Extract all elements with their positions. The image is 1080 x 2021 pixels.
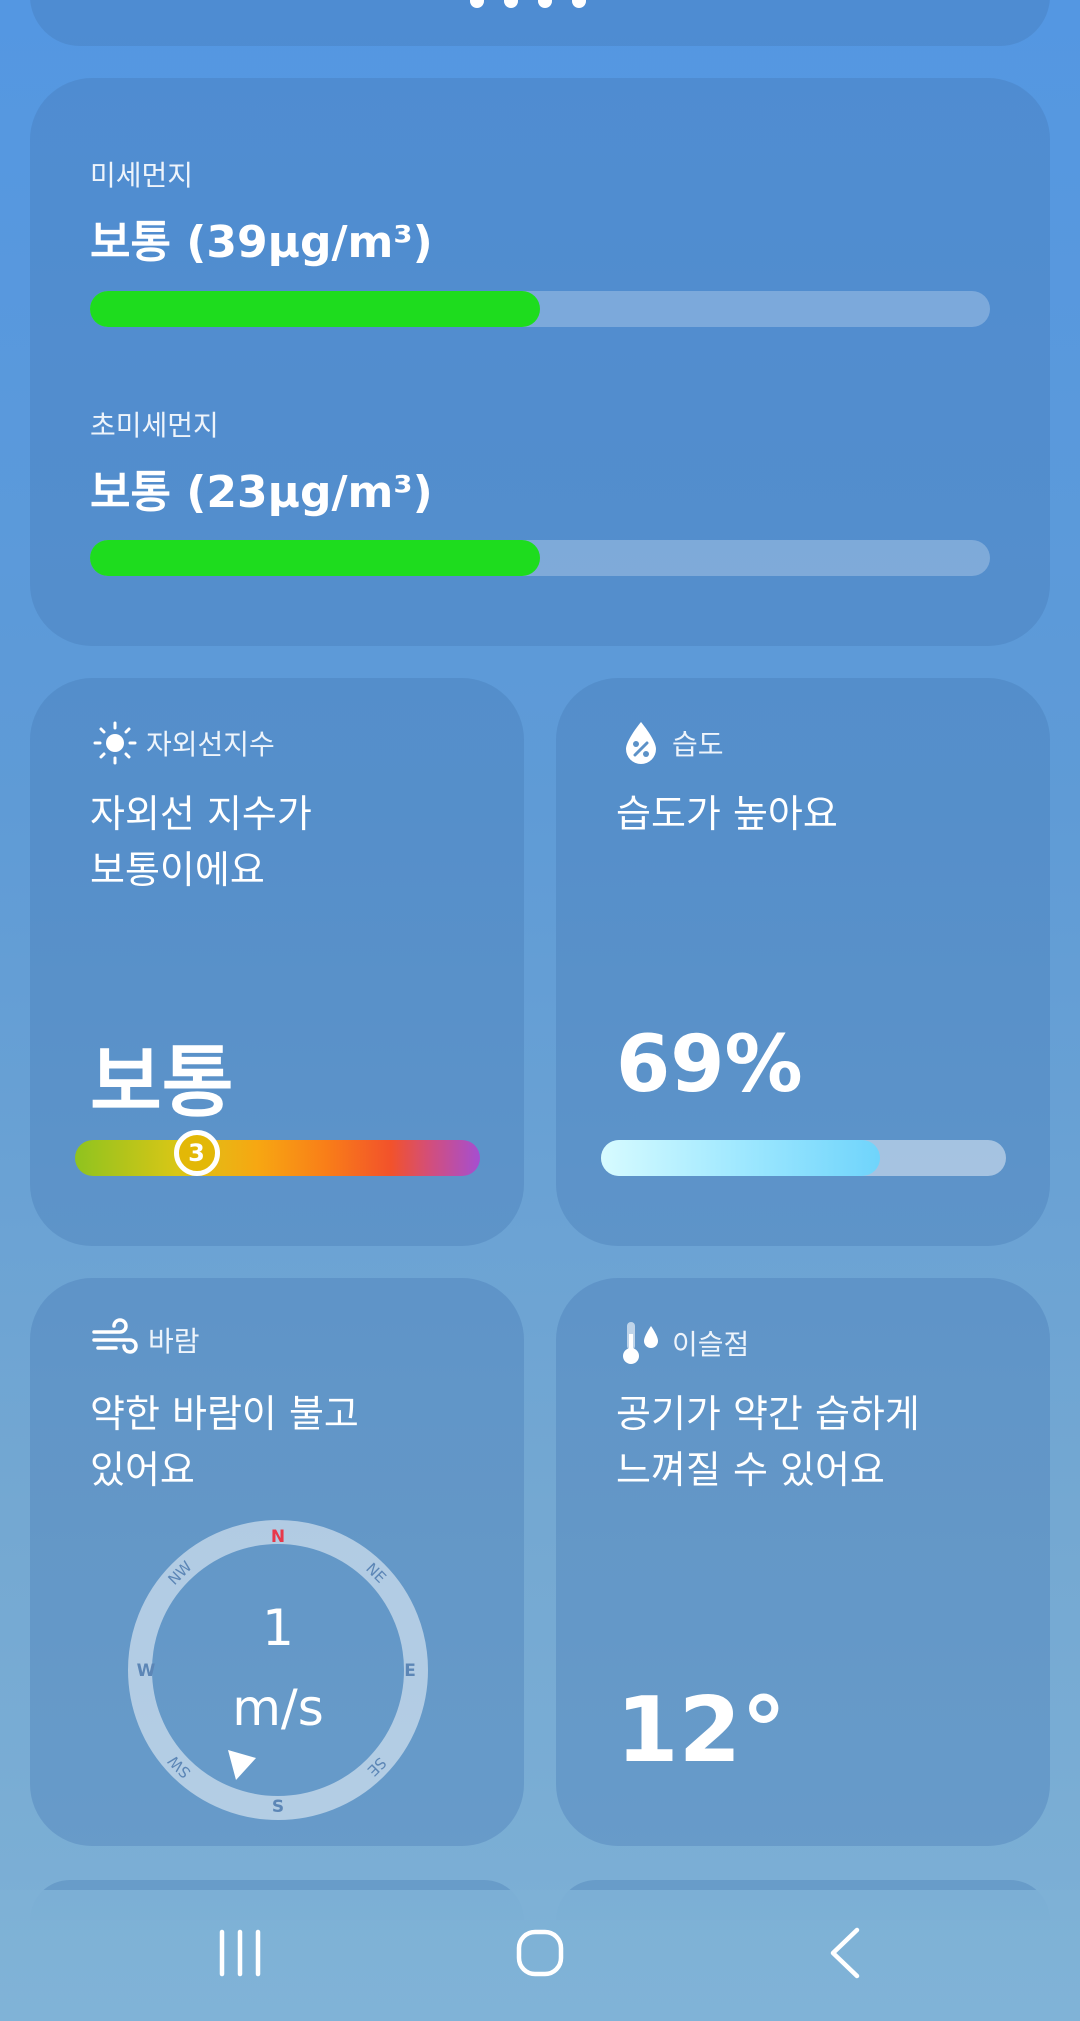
air-quality-card[interactable]: 미세먼지 보통 (39μg/m³) 초미세먼지 보통 (23μg/m³) xyxy=(30,78,1050,646)
wind-speed-unit: m/s xyxy=(232,1679,324,1737)
ultrafine-dust-value: 보통 (23μg/m³) xyxy=(90,467,433,518)
dew-point-header: 이슬점 xyxy=(616,1318,749,1368)
dew-point-description: 공기가 약간 습하게 느껴질 수 있어요 xyxy=(616,1386,1016,1498)
humidity-value: 69% xyxy=(616,1020,803,1110)
wind-card[interactable]: 바람 약한 바람이 불고 있어요 N E S W NE SE SW NW 1 m… xyxy=(30,1278,524,1846)
wind-title: 바람 xyxy=(148,1325,200,1358)
uv-description-text: 자외선 지수가 보통이에요 xyxy=(90,792,312,892)
wind-description-text: 약한 바람이 불고 있어요 xyxy=(90,1392,359,1492)
humidity-drop-icon xyxy=(616,718,666,768)
home-icon xyxy=(515,1928,565,1982)
compass-s: S xyxy=(272,1797,284,1817)
system-navigation-bar xyxy=(0,1890,1080,2021)
humidity-header: 습도 xyxy=(616,718,724,768)
uv-index-header: 자외선지수 xyxy=(90,718,275,768)
uv-index-title: 자외선지수 xyxy=(146,728,275,761)
uv-index-card[interactable]: 자외선지수 자외선 지수가 보통이에요 보통 3 xyxy=(30,678,524,1246)
thermometer-drop-icon xyxy=(616,1318,666,1368)
humidity-card[interactable]: 습도 습도가 높아요 69% xyxy=(556,678,1050,1246)
recent-apps-icon xyxy=(216,1928,264,1982)
wind-direction-arrow-icon xyxy=(228,1750,256,1780)
compass-n: N xyxy=(271,1527,285,1547)
uv-scale-bar xyxy=(75,1140,480,1176)
humidity-description: 습도가 높아요 xyxy=(616,792,838,836)
wind-speed: 1 m/s xyxy=(126,1588,430,1748)
back-icon xyxy=(825,1926,865,1984)
ultrafine-dust-bar-fill xyxy=(90,540,540,576)
humidity-title: 습도 xyxy=(672,728,724,761)
dew-point-card[interactable]: 이슬점 공기가 약간 습하게 느껴질 수 있어요 12° xyxy=(556,1278,1050,1846)
dew-point-title: 이슬점 xyxy=(672,1328,750,1361)
uv-level: 보통 xyxy=(90,1038,234,1128)
fine-dust-label: 미세먼지 xyxy=(90,159,194,192)
fine-dust-bar xyxy=(90,291,990,327)
ultrafine-dust-bar xyxy=(90,540,990,576)
uv-description: 자외선 지수가 보통이에요 xyxy=(90,786,490,898)
dew-point-description-text: 공기가 약간 습하게 느껴질 수 있어요 xyxy=(616,1392,920,1492)
home-button[interactable] xyxy=(495,1920,585,1990)
ultrafine-dust-label: 초미세먼지 xyxy=(90,409,219,442)
recent-apps-button[interactable] xyxy=(195,1920,285,1990)
uv-index-marker: 3 xyxy=(173,1130,220,1176)
page-indicator xyxy=(470,0,586,10)
wind-icon xyxy=(90,1318,142,1362)
fine-dust-bar-fill xyxy=(90,291,540,327)
dew-point-value: 12° xyxy=(616,1678,787,1783)
back-button[interactable] xyxy=(800,1920,890,1990)
humidity-bar xyxy=(601,1140,1006,1176)
humidity-bar-fill xyxy=(601,1140,881,1176)
wind-description: 약한 바람이 불고 있어요 xyxy=(90,1386,490,1498)
wind-speed-value: 1 xyxy=(262,1599,294,1657)
fine-dust-value: 보통 (39μg/m³) xyxy=(90,217,433,268)
wind-header: 바람 xyxy=(90,1318,200,1362)
sun-icon xyxy=(90,718,140,768)
